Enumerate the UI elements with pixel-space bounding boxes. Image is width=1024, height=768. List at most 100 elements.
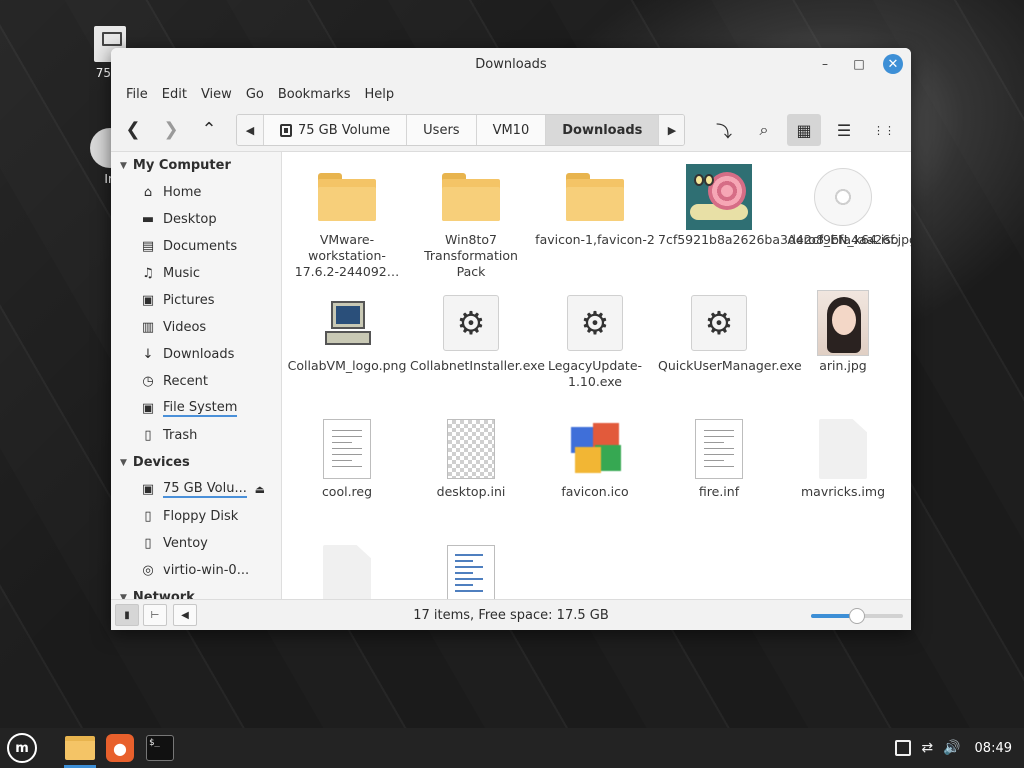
maximize-button[interactable]: □: [849, 54, 869, 74]
sidebar-item-0[interactable]: ⌂ Home: [111, 179, 281, 206]
blank-file-icon: [819, 419, 867, 479]
text-document-icon: [695, 419, 743, 479]
crumb-downloads[interactable]: Downloads: [545, 115, 659, 145]
taskbar-files-button[interactable]: [60, 728, 100, 768]
ini-file-icon: [447, 419, 495, 479]
file-item[interactable]: cool.reg: [286, 414, 408, 500]
menu-edit[interactable]: Edit: [155, 87, 194, 102]
sidebar-section-my-computer[interactable]: ▼ My Computer: [111, 152, 281, 179]
search-icon[interactable]: ⌕: [747, 114, 781, 146]
file-name: desktop.ini: [436, 484, 506, 499]
sidebar-item-6[interactable]: ↓ Downloads: [111, 341, 281, 368]
start-menu-button[interactable]: m: [2, 728, 42, 768]
sidebar-item-7[interactable]: ◷ Recent: [111, 368, 281, 395]
show-places-button[interactable]: ▮: [115, 604, 139, 626]
file-name: 7cf5921b8a2626ba3d42cf9bfa4aa26f.jpg: [658, 232, 911, 247]
crumb-volume[interactable]: 75 GB Volume: [263, 115, 406, 145]
menu-go[interactable]: Go: [239, 87, 271, 102]
taskbar-terminal-button[interactable]: $_: [140, 728, 180, 768]
sidebar-item-label: Home: [163, 185, 202, 200]
hide-sidebar-button[interactable]: ◀: [173, 604, 197, 626]
menu-bookmarks[interactable]: Bookmarks: [271, 87, 358, 102]
file-item[interactable]: arin.jpg: [782, 288, 904, 374]
file-item[interactable]: [286, 540, 408, 599]
sidebar: ▼ My Computer ⌂ Home ▬ Desktop ▤ Documents ♫ Mu…: [111, 152, 282, 599]
collapse-triangle-icon: ▼: [120, 457, 127, 468]
device-item-3[interactable]: ◎ virtio-win-0...: [111, 557, 281, 584]
file-item[interactable]: ⚙ QuickUserManager.exe: [658, 288, 802, 374]
file-name: Aero8_EN_x64.iso: [787, 232, 899, 247]
breadcrumb-left-arrow[interactable]: ◀: [237, 115, 263, 145]
device-item-0[interactable]: ▣ 75 GB Volu... ⏏: [111, 476, 281, 503]
sidebar-item-4[interactable]: ▣ Pictures: [111, 287, 281, 314]
device-item-1[interactable]: ▯ Floppy Disk: [111, 503, 281, 530]
menu-help[interactable]: Help: [357, 87, 401, 102]
file-item[interactable]: fire.inf: [658, 414, 780, 500]
crumb-users[interactable]: Users: [406, 115, 475, 145]
menu-file[interactable]: File: [119, 87, 155, 102]
drive-icon: [280, 123, 292, 137]
icon-view-icon[interactable]: ▦: [787, 114, 821, 146]
file-name: fire.inf: [698, 484, 740, 499]
music-icon: ♫: [142, 266, 154, 281]
device-item-2[interactable]: ▯ Ventoy: [111, 530, 281, 557]
forward-button[interactable]: ❯: [155, 114, 187, 146]
clock[interactable]: 08:49: [971, 741, 1016, 756]
file-item[interactable]: 7cf5921b8a2626ba3d42cf9bfa4aa26f.jpg: [658, 162, 911, 248]
folder-icon: [566, 173, 624, 221]
sidebar-item-label: Desktop: [163, 212, 217, 227]
menu-view[interactable]: View: [194, 87, 239, 102]
show-treeview-button[interactable]: ⊢: [143, 604, 167, 626]
zoom-slider-knob[interactable]: [849, 608, 865, 624]
eject-icon[interactable]: ⏏: [255, 483, 265, 496]
file-name: QuickUserManager.exe: [658, 358, 802, 373]
network-icon[interactable]: ⇄: [921, 740, 933, 756]
crumb-vm10[interactable]: VM10: [475, 115, 546, 145]
file-item[interactable]: ⚙ LegacyUpdate-1.10.exe: [534, 288, 656, 390]
desktop-icon: ▬: [141, 212, 155, 227]
compact-view-icon[interactable]: ⋮⋮: [867, 114, 901, 146]
snail-thumbnail: [686, 164, 752, 230]
computer-logo-thumbnail: [321, 295, 373, 351]
sidebar-item-2[interactable]: ▤ Documents: [111, 233, 281, 260]
file-item[interactable]: ⚙ CollabnetInstaller.exe: [410, 288, 545, 374]
file-name: mavricks.img: [800, 484, 886, 499]
file-name: Win8to7 Transformation Pack: [424, 232, 518, 279]
firefox-icon: ●: [106, 734, 134, 762]
file-item[interactable]: Win8to7 Transformation Pack: [410, 162, 532, 280]
back-button[interactable]: ❮: [117, 114, 149, 146]
taskbar-firefox-button[interactable]: ●: [100, 728, 140, 768]
breadcrumb-right-arrow[interactable]: ▶: [658, 115, 685, 145]
sidebar-item-1[interactable]: ▬ Desktop: [111, 206, 281, 233]
file-item[interactable]: favicon-1,favicon-2: [534, 162, 656, 248]
open-terminal-icon[interactable]: ⤵: [707, 114, 741, 146]
list-view-icon[interactable]: ☰: [827, 114, 861, 146]
sidebar-section-devices[interactable]: ▼ Devices: [111, 449, 281, 476]
sidebar-item-8[interactable]: ▣ File System: [111, 395, 281, 422]
sidebar-item-label: Music: [163, 266, 200, 281]
title-bar[interactable]: Downloads – □ ✕: [111, 48, 911, 80]
file-item[interactable]: CollabVM_logo.png: [286, 288, 408, 374]
breadcrumb: ◀ 75 GB Volume Users VM10 Downloads ▶: [236, 114, 686, 146]
downloads-icon: ↓: [142, 347, 154, 362]
minimize-button[interactable]: –: [815, 54, 835, 74]
file-item[interactable]: mavricks.img: [782, 414, 904, 500]
sidebar-item-3[interactable]: ♫ Music: [111, 260, 281, 287]
taskbar: m ● $_ ⇄ 🔊 08:49: [0, 728, 1024, 768]
file-name: cool.reg: [321, 484, 373, 499]
file-item[interactable]: desktop.ini: [410, 414, 532, 500]
file-item[interactable]: favicon.ico: [534, 414, 656, 500]
sidebar-section-network[interactable]: ▼ Network: [111, 584, 281, 599]
favicon-thumbnail: [567, 421, 623, 477]
sidebar-item-9[interactable]: ▯ Trash: [111, 422, 281, 449]
up-button[interactable]: ⌃: [193, 114, 225, 146]
gear-icon: ⚙: [691, 295, 747, 351]
volume-icon[interactable]: 🔊: [943, 740, 960, 756]
show-desktop-icon[interactable]: [895, 740, 912, 756]
file-item[interactable]: VMware-workstation-17.6.2-244092…: [286, 162, 408, 280]
close-button[interactable]: ✕: [883, 54, 903, 74]
file-item[interactable]: Aero8_EN_x64.iso: [782, 162, 904, 248]
sidebar-item-5[interactable]: ▥ Videos: [111, 314, 281, 341]
zoom-slider[interactable]: [811, 608, 903, 624]
file-item[interactable]: [410, 540, 532, 599]
